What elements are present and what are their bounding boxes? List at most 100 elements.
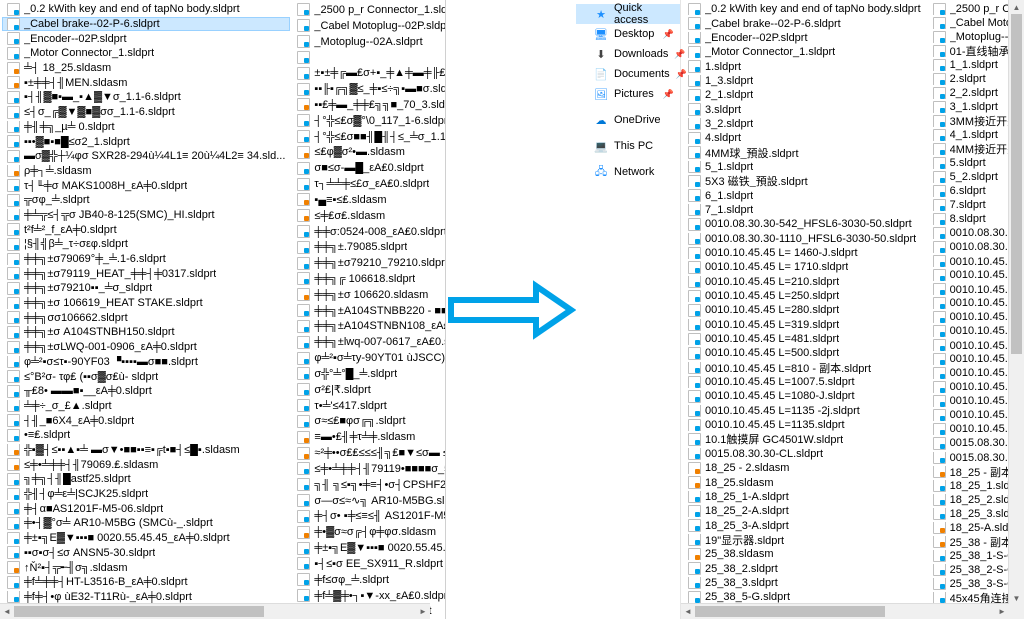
file-item[interactable]: ╪╪╗±σ79210▪▪_╧σ_sldprt: [2, 281, 290, 296]
file-item[interactable]: _Cabel Motoplug--02P.sldprt: [292, 18, 446, 34]
file-item[interactable]: 0010.10.45.45 L=319.sldprt: [683, 318, 926, 332]
file-item[interactable]: τ┤╙╪σ MAKS1008H_εA╪0.sldprt: [2, 178, 290, 193]
file-item[interactable]: ▪▪σ▪σ┤≤σ ANSN5-30.sldprt: [2, 545, 290, 560]
sidebar-item-network[interactable]: 🖧Network: [576, 162, 680, 182]
file-item[interactable]: ┤°╬≤₤σ■■╢█╢┤≤_╧σ_1.1-6.sldprt: [292, 129, 446, 145]
scroll-up-icon[interactable]: ▲: [1009, 0, 1024, 14]
file-item[interactable]: ≡▬•₤╢╪τ╧╪.sldasm: [292, 429, 446, 445]
file-item[interactable]: ≤°B²σ- τφ₤ (▪▪σ▓σ₤ù- sldprt: [2, 369, 290, 384]
left-hscrollbar[interactable]: ◄ ►: [0, 603, 430, 619]
file-item[interactable]: ▪┤≤▪σ EE_SX911_R.sldprt: [292, 556, 446, 572]
file-item[interactable]: 1_3.sldprt: [683, 74, 926, 88]
scroll-left-icon[interactable]: ◄: [681, 604, 695, 619]
file-item[interactable]: 25_38.sldasm: [683, 547, 926, 561]
file-item[interactable]: ╪╪╗±σLWQ-001-0906_εA╪0.sldprt: [2, 340, 290, 355]
file-item[interactable]: ╧╪÷_σ_£▲.sldprt: [2, 399, 290, 414]
file-item[interactable]: σ■≤σ-▬█_εA₤0.sldprt: [292, 160, 446, 176]
file-item[interactable]: ╗╪╗┤╢█astf25.sldprt: [2, 472, 290, 487]
file-item[interactable]: 18_25.sldasm: [683, 475, 926, 489]
file-item[interactable]: 0010.10.45.45 L=500.sldprt: [683, 346, 926, 360]
file-item[interactable]: ╪╪╗±lwq-007-0617_εA₤0.sldprt: [292, 334, 446, 350]
file-item[interactable]: ρ╪┐╧.sldasm: [2, 164, 290, 179]
file-item[interactable]: 0010.10.45.45 L=1135.sldprt: [683, 418, 926, 432]
file-item[interactable]: ▪▄≡▪≤₤.sldasm: [292, 192, 446, 208]
sidebar-item-pictures[interactable]: 🖼Pictures📌: [576, 84, 680, 104]
file-item[interactable]: 5X3 磁铁_預設.sldprt: [683, 174, 926, 188]
file-item[interactable]: ╪╪╗±σ 106619_HEAT STAKE.sldprt: [2, 296, 290, 311]
file-item[interactable]: [292, 49, 446, 65]
file-item[interactable]: ╪╪╗±σ79069°╪_╧.1-6.sldprt: [2, 252, 290, 267]
file-item[interactable]: 19"显示器.sldprt: [683, 533, 926, 547]
scroll-right-icon[interactable]: ►: [995, 604, 1009, 619]
file-item[interactable]: 0010.10.45.45 L=1135 -2j.sldprt: [683, 404, 926, 418]
file-item[interactable]: _Cabel brake--02-P-6.sldprt: [683, 16, 926, 30]
file-item[interactable]: _0.2 kWith key and end of tapNo body.sld…: [683, 2, 926, 16]
file-item[interactable]: 25_38_3.sldprt: [683, 576, 926, 590]
file-item[interactable]: 0010.10.45.45 L=810 - 副本.sldprt: [683, 361, 926, 375]
file-item[interactable]: 6_1.sldprt: [683, 188, 926, 202]
file-item[interactable]: 0010.08.30.30-1110_HFSL6-3030-50.sldprt: [683, 232, 926, 246]
right-hscroll-thumb[interactable]: [695, 606, 885, 617]
file-item[interactable]: ╪╧╦≤┤╦σ JB40-8-125(SMC)_HI.sldprt: [2, 208, 290, 223]
file-item[interactable]: ┤╢_■6X4_εA╪0.sldprt: [2, 413, 290, 428]
scroll-down-icon[interactable]: ▼: [1009, 591, 1024, 605]
file-item[interactable]: ╪┤σ• ▪╪≤≡≤╢ AS1201F-M5-04 (SMC).sldprt: [292, 509, 446, 525]
file-item[interactable]: ≈²╪••σ₤₤≤≤≤╢╗₤■▼≤σ▬ ≤±²≤θ■.sldasm: [292, 445, 446, 461]
file-item[interactable]: 18_25_2-A.sldprt: [683, 504, 926, 518]
file-item[interactable]: 0010.10.45.45 L= 1710.sldprt: [683, 260, 926, 274]
file-item[interactable]: _Encoder--02P.sldprt: [2, 31, 290, 46]
file-item[interactable]: 18_25 - 2.sldasm: [683, 461, 926, 475]
file-item[interactable]: 0010.08.30.30-542_HFSL6-3030-50.sldprt: [683, 217, 926, 231]
file-item[interactable]: ╪f╧╪╪┤HT-L3516-B_εA╪0.sldprt: [2, 575, 290, 590]
file-item[interactable]: ╪╪σ:0524-008_εA₤0.sldprt: [292, 224, 446, 240]
file-item[interactable]: 18_25_3-A.sldprt: [683, 518, 926, 532]
file-item[interactable]: _Cabel brake--02-P-6.sldprt: [2, 17, 290, 32]
file-item[interactable]: φ╧²▪σ≤τ▪-90YF03 ▝▪▪▪▪▬σ■■.sldprt: [2, 355, 290, 370]
file-item[interactable]: ╪•▓σ≈σ╔┤φ╪φσ.sldasm: [292, 524, 446, 540]
file-item[interactable]: ▪▪₤╪▬_╪╪₤╗╗■_70_3.sldasm: [292, 97, 446, 113]
left-hscroll-thumb[interactable]: [14, 606, 264, 617]
file-item[interactable]: ╪f≤σφ_╧.sldprt: [292, 572, 446, 588]
file-item[interactable]: 0015.08.30.30-CL.sldprt: [683, 447, 926, 461]
file-item[interactable]: 3_2.sldprt: [683, 117, 926, 131]
file-item[interactable]: ╪f╧▓╪•┐▪▼-xx_εA₤0.sldprt: [292, 588, 446, 604]
file-item[interactable]: ▪┤╢▓■▪▬_▪▲▓▼σ_1.1-6.sldprt: [2, 90, 290, 105]
file-item[interactable]: 4.sldprt: [683, 131, 926, 145]
file-item[interactable]: σ≈≤₤■φσ╔╗.sldprt: [292, 414, 446, 430]
file-item[interactable]: 3.sldprt: [683, 102, 926, 116]
sidebar-item-this-pc[interactable]: 💻This PC: [576, 136, 680, 156]
file-item[interactable]: ╪╪╗±.79085.sldprt: [292, 239, 446, 255]
file-item[interactable]: 0010.10.45.45 L= 1460-J.sldprt: [683, 246, 926, 260]
file-item[interactable]: τ•╧'≤417.sldprt: [292, 398, 446, 414]
file-item[interactable]: ▬σ▓╬┼¼φσ SXR28-294ù¼4L1≡ 20ù¼4L2≡ 34.sld…: [2, 149, 290, 164]
file-item[interactable]: _0.2 kWith key and end of tapNo body.sld…: [2, 2, 290, 17]
file-item[interactable]: _Motoplug--02A.sldprt: [292, 34, 446, 50]
file-item[interactable]: ±▪±╪╔▬₤σ+▪_╪▲╪▬╪╟₤╪█_sldasm: [292, 65, 446, 81]
right-vscroll-thumb[interactable]: [1011, 14, 1022, 354]
sidebar-item-documents[interactable]: 📄Documents📌: [576, 64, 680, 84]
right-hscrollbar[interactable]: ◄ ►: [681, 603, 1009, 619]
file-item[interactable]: 7_1.sldprt: [683, 203, 926, 217]
file-item[interactable]: ┤°╬≤₤σ▓°\0_117_1-6.sldprt: [292, 113, 446, 129]
file-item[interactable]: ▪▪•▓■▪■█≤σ2_1.sldprt: [2, 134, 290, 149]
file-item[interactable]: ↑Ň²▪┤╦╾╢σ╗.sldasm: [2, 560, 290, 575]
file-item[interactable]: ≤╪•╧╪╪┤╢79119•■■■■σ_500_1.sldprt: [292, 461, 446, 477]
file-item[interactable]: _Motor Connector_1.sldprt: [683, 45, 926, 59]
file-item[interactable]: ╪╪╗±σ A104STNBH150.sldprt: [2, 325, 290, 340]
file-item[interactable]: ▪±╪╪┤╢MEN.sldasm: [2, 75, 290, 90]
file-item[interactable]: ╬╢┤φ╧ε╧|SCJK25.sldprt: [2, 487, 290, 502]
file-item[interactable]: ╪╢╪╗_µ╧ 0.sldprt: [2, 120, 290, 135]
file-item[interactable]: φ╧²▪σ╧τy-90YT01 ùJSCC)_εA₤0.sldprt: [292, 350, 446, 366]
file-item[interactable]: 1.sldprt: [683, 59, 926, 73]
file-item[interactable]: ╥₤8• ▬▬■▪__εA╪0.sldprt: [2, 384, 290, 399]
file-item[interactable]: ▪▪╟▪╔╗▓≤_╪▪≤÷╗▪▬■σ.sldprt: [292, 81, 446, 97]
file-item[interactable]: 0010.10.45.45 L=250.sldprt: [683, 289, 926, 303]
file-item[interactable]: σ╬°╧°█_╧.sldprt: [292, 366, 446, 382]
file-item[interactable]: ≤┤σ_╔▓▼▓■▓σσ_1.1-6.sldprt: [2, 105, 290, 120]
file-item[interactable]: ╪±▪╗E▓▼▪▪▪■ 0020.55.45.45-J.sldprt: [292, 540, 446, 556]
file-item[interactable]: t²f╧²_f_εA╪0.sldprt: [2, 222, 290, 237]
file-item[interactable]: ╪╪╗±σ 106620.sldasm: [292, 287, 446, 303]
file-item[interactable]: ¦§╢╣β╧_τ÷σεφ.sldprt: [2, 237, 290, 252]
file-item[interactable]: ╗╢ ╗≤▪╗•╪≡┤•σ┤CPSHF25-500_εA₤0.sldprt: [292, 477, 446, 493]
file-item[interactable]: ≤╪₤σ₤.sldasm: [292, 208, 446, 224]
